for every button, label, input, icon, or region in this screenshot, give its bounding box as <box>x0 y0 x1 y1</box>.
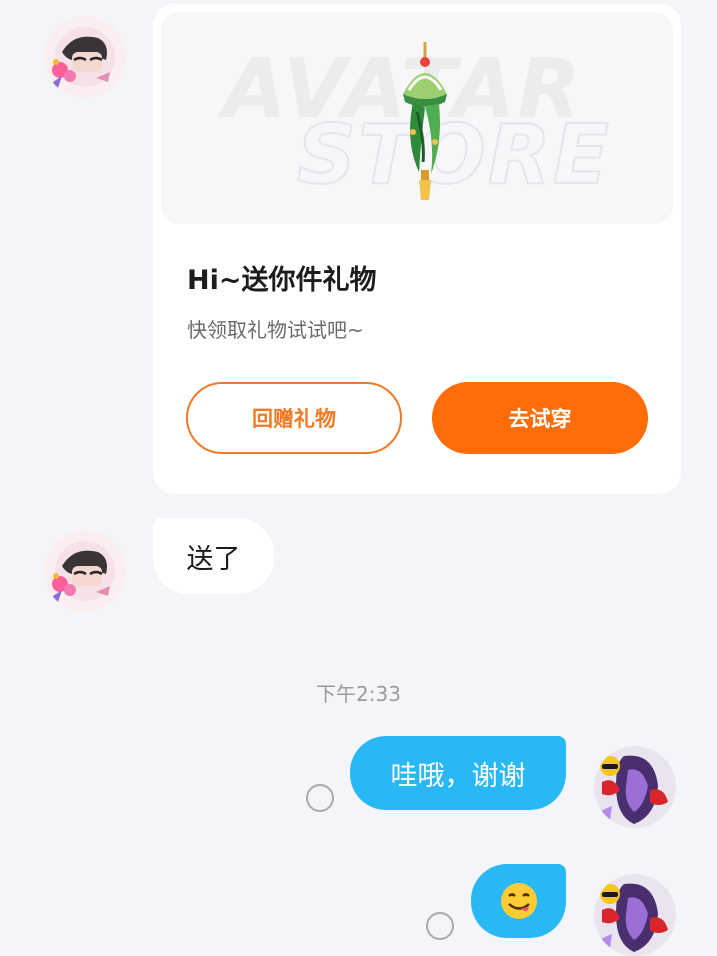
my-avatar[interactable] <box>594 874 676 956</box>
gift-subtitle: 快领取礼物试试吧~ <box>187 318 364 342</box>
gift-banner: AVATAR STORE <box>161 12 673 224</box>
gift-pendant-icon <box>403 42 447 200</box>
gift-card[interactable]: AVATAR STORE Hi~送你件礼物 快领取礼物试试吧~ 回赠礼物 去试穿 <box>153 4 681 494</box>
try-on-button[interactable]: 去试穿 <box>432 382 648 454</box>
my-avatar-image <box>594 746 676 828</box>
yum-face-emoji-icon <box>500 883 537 919</box>
outgoing-message-text: 哇哦，谢谢 <box>390 760 526 792</box>
send-status-circle <box>426 912 454 940</box>
chat-view: AVATAR STORE Hi~送你件礼物 快领取礼物试试吧~ 回赠礼物 去试穿 <box>0 0 717 956</box>
outgoing-message-bubble[interactable]: 哇哦，谢谢 <box>350 736 566 810</box>
return-gift-button[interactable]: 回赠礼物 <box>186 382 402 454</box>
send-status-circle <box>306 784 334 812</box>
contact-avatar-image <box>44 16 126 98</box>
gift-title: Hi~送你件礼物 <box>187 265 377 296</box>
contact-avatar-image <box>44 530 126 612</box>
message-timestamp: 下午2:33 <box>316 682 401 706</box>
contact-avatar[interactable] <box>44 16 126 98</box>
contact-avatar[interactable] <box>44 530 126 612</box>
incoming-message-bubble[interactable]: 送了 <box>153 518 274 594</box>
outgoing-emoji-bubble[interactable] <box>471 864 566 938</box>
my-avatar[interactable] <box>594 746 676 828</box>
my-avatar-image <box>594 874 676 956</box>
incoming-message-text: 送了 <box>186 543 241 575</box>
